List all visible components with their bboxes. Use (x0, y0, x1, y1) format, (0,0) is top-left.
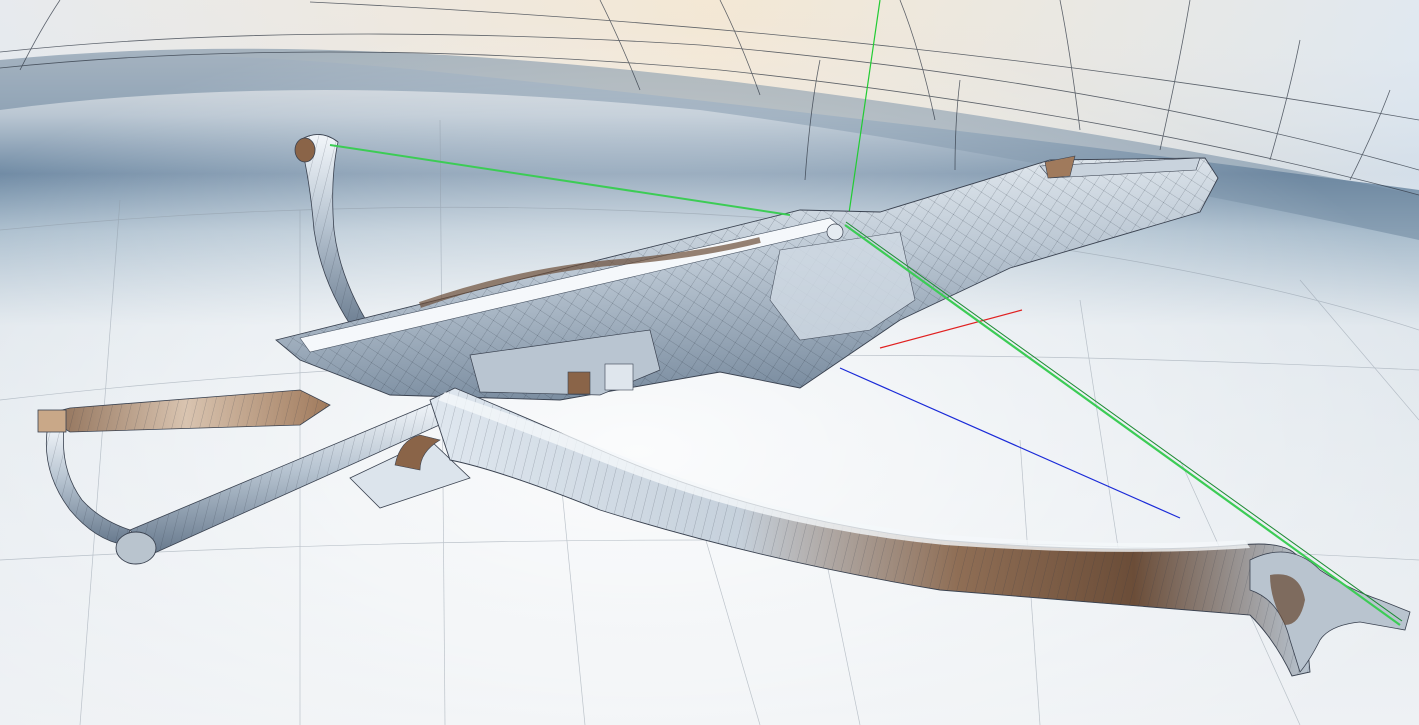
limb-tip-left (37, 409, 67, 433)
3d-viewport[interactable] (0, 0, 1419, 725)
viewport-canvas[interactable] (0, 0, 1419, 725)
limb-tip-upper (294, 137, 316, 163)
limb-end-cap (115, 531, 157, 565)
